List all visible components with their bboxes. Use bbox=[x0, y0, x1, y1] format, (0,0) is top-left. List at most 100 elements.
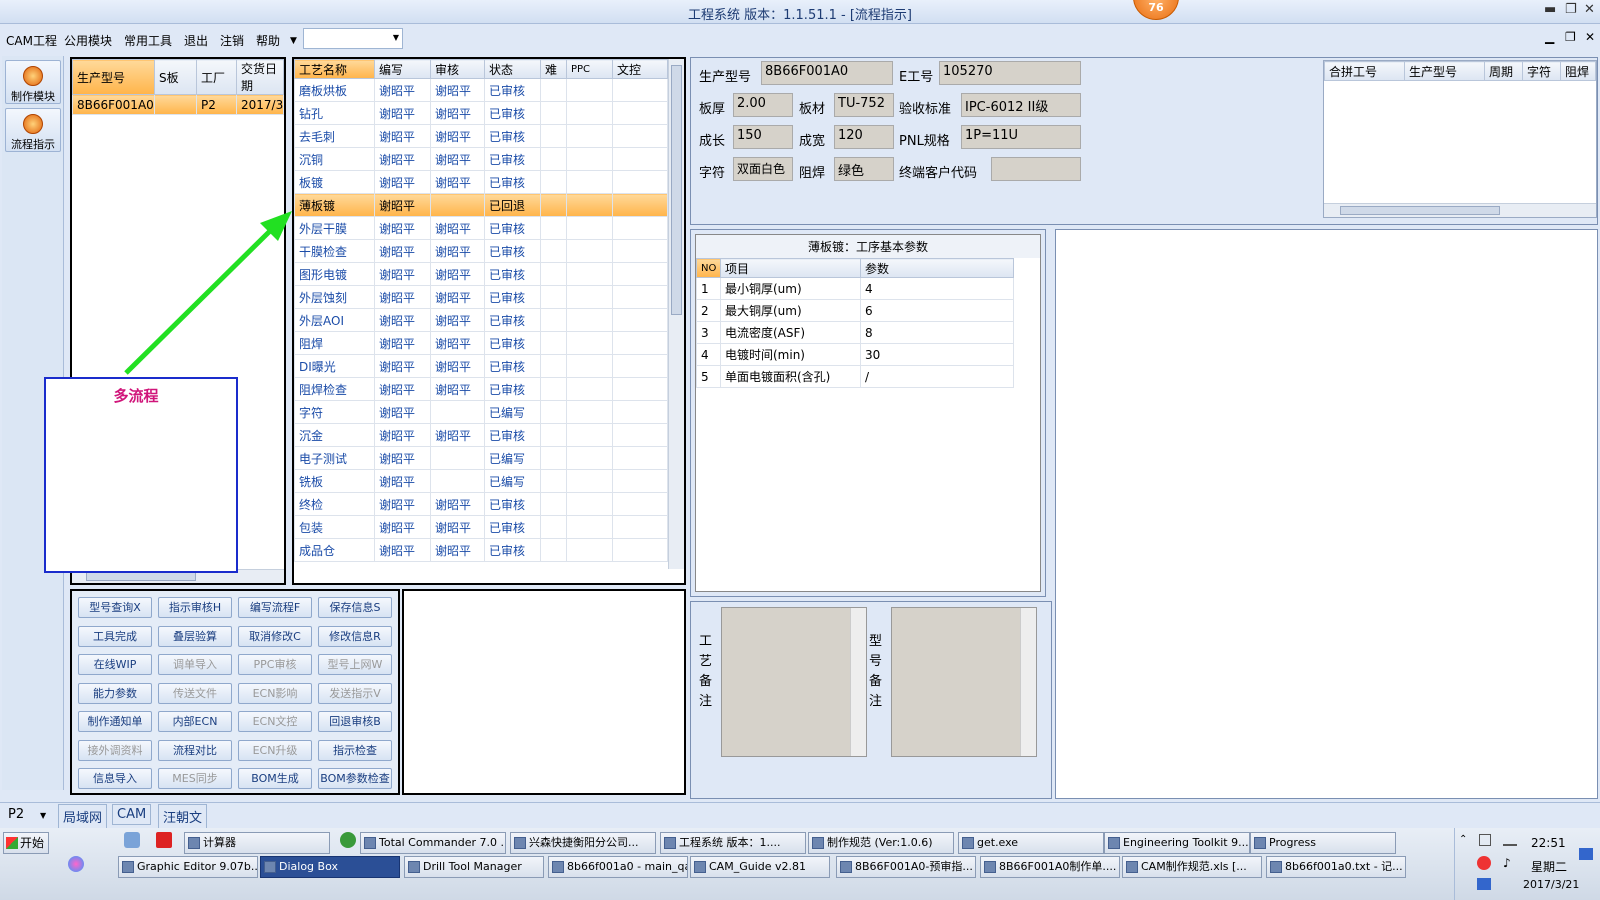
col-combine-eno[interactable]: 合拼工号 bbox=[1324, 61, 1405, 81]
table-row[interactable]: 外层干膜 谢昭平 谢昭平 已审核 bbox=[294, 216, 668, 240]
taskbar-item[interactable]: Drill Tool Manager bbox=[404, 856, 544, 878]
menu-public[interactable]: 公用模块 bbox=[64, 32, 112, 49]
function-button[interactable]: 工具完成 bbox=[78, 625, 152, 647]
show-desktop-icon[interactable] bbox=[1579, 848, 1593, 860]
function-button[interactable]: 编写流程F bbox=[238, 597, 312, 618]
table-row[interactable]: 3 电流密度(ASF) 8 bbox=[696, 321, 1014, 344]
taskbar-item[interactable]: 8b66f001a0 - main_qa bbox=[548, 856, 688, 878]
scroll-thumb[interactable] bbox=[1340, 206, 1500, 215]
cust-field[interactable] bbox=[991, 157, 1081, 181]
table-row[interactable]: DI曝光 谢昭平 谢昭平 已审核 bbox=[294, 354, 668, 378]
function-button[interactable]: 调单导入 bbox=[158, 654, 232, 675]
table-row[interactable]: 沉金 谢昭平 谢昭平 已审核 bbox=[294, 423, 668, 447]
function-button[interactable]: 制作通知单 bbox=[78, 711, 152, 732]
taskbar-item[interactable]: CAM制作规范.xls [... bbox=[1122, 856, 1262, 878]
vertical-scrollbar[interactable] bbox=[1020, 608, 1036, 756]
col-combine-mask[interactable]: 阻焊 bbox=[1560, 61, 1596, 81]
table-row[interactable]: 阻焊 谢昭平 谢昭平 已审核 bbox=[294, 331, 668, 355]
col-reviewer[interactable]: 审核 bbox=[430, 59, 485, 79]
thickness-field[interactable]: 2.00 bbox=[733, 93, 793, 117]
col-no[interactable]: NO bbox=[696, 258, 721, 278]
chevron-up-icon[interactable]: ⌃ bbox=[1459, 834, 1467, 845]
pnl-field[interactable]: 1P=11U bbox=[961, 125, 1081, 149]
chevron-down-icon[interactable]: ▼ bbox=[290, 36, 297, 46]
taskbar-item[interactable]: 兴森快捷衡阳分公司... bbox=[510, 832, 656, 854]
function-button[interactable]: 流程对比 bbox=[158, 739, 232, 761]
maximize-icon[interactable]: ❐ bbox=[1565, 2, 1577, 17]
material-field[interactable]: TU-752 bbox=[834, 93, 894, 117]
table-row[interactable]: 8B66F001A0 P2 2017/3/3 bbox=[72, 94, 284, 115]
function-button[interactable]: PPC审核 bbox=[238, 654, 312, 675]
width-field[interactable]: 120 bbox=[834, 125, 894, 149]
volume-icon[interactable]: ♪ bbox=[1503, 856, 1511, 870]
function-button[interactable]: 修改信息R bbox=[318, 625, 392, 647]
function-button[interactable]: MES同步 bbox=[158, 768, 232, 789]
menu-exit[interactable]: 退出 bbox=[184, 32, 208, 49]
quicklaunch-icon[interactable] bbox=[124, 832, 140, 848]
prod-model-field[interactable]: 8B66F001A0 bbox=[761, 61, 893, 85]
minimize-icon[interactable]: ▬ bbox=[1544, 2, 1556, 17]
menu-combo[interactable]: ▼ bbox=[303, 28, 403, 49]
function-button[interactable]: BOM参数检查 bbox=[318, 768, 392, 789]
table-row[interactable]: 沉铜 谢昭平 谢昭平 已审核 bbox=[294, 147, 668, 171]
table-row[interactable]: 5 单面电镀面积(含孔) / bbox=[696, 365, 1014, 388]
function-button[interactable]: BOM生成 bbox=[238, 768, 312, 789]
table-row[interactable]: 钻孔 谢昭平 谢昭平 已审核 bbox=[294, 101, 668, 125]
col-delivery[interactable]: 交货日期 bbox=[236, 59, 284, 95]
vertical-scrollbar[interactable] bbox=[668, 59, 684, 569]
nav-process-guide[interactable]: 流程指示 bbox=[5, 108, 61, 152]
factory-select[interactable]: P2 bbox=[8, 807, 24, 822]
function-button[interactable]: 指示检查 bbox=[318, 739, 392, 761]
function-button[interactable]: 叠层验算 bbox=[158, 625, 232, 647]
process-notes-textarea[interactable] bbox=[721, 607, 867, 757]
standard-field[interactable]: IPC-6012 II级 bbox=[961, 93, 1081, 117]
function-button[interactable]: 指示审核H bbox=[158, 597, 232, 618]
horizontal-scrollbar[interactable] bbox=[1324, 203, 1596, 217]
col-status[interactable]: 状态 bbox=[484, 59, 541, 79]
tray-app-icon[interactable] bbox=[1477, 856, 1491, 870]
taskbar-item[interactable]: 8B66F001A0制作单.... bbox=[980, 856, 1120, 878]
length-field[interactable]: 150 bbox=[733, 125, 793, 149]
table-row[interactable]: 去毛刺 谢昭平 谢昭平 已审核 bbox=[294, 124, 668, 148]
table-row[interactable]: 图形电镀 谢昭平 谢昭平 已审核 bbox=[294, 262, 668, 286]
col-doc-control[interactable]: 文控 bbox=[612, 59, 668, 79]
col-combine-char[interactable]: 字符 bbox=[1522, 61, 1561, 81]
col-prod-model[interactable]: 生产型号 bbox=[72, 59, 155, 95]
function-button[interactable]: 在线WIP bbox=[78, 654, 152, 675]
taskbar-item[interactable]: Engineering Toolkit 9.... bbox=[1104, 832, 1250, 854]
taskbar-item[interactable]: 8B66F001A0-预审指... bbox=[836, 856, 976, 878]
chevron-down-icon[interactable]: ▼ bbox=[40, 811, 46, 820]
table-row[interactable]: 成品仓 谢昭平 谢昭平 已审核 bbox=[294, 538, 668, 562]
table-row[interactable]: 外层AOI 谢昭平 谢昭平 已审核 bbox=[294, 308, 668, 332]
taskbar-item[interactable]: Dialog Box bbox=[260, 856, 400, 878]
function-button[interactable]: 接外调资料 bbox=[78, 739, 152, 761]
function-button[interactable]: 回退审核B bbox=[318, 711, 392, 732]
tray-app2-icon[interactable] bbox=[1477, 878, 1491, 890]
function-button[interactable]: 保存信息S bbox=[318, 597, 392, 618]
function-button[interactable]: 内部ECN bbox=[158, 711, 232, 732]
eno-field[interactable]: 105270 bbox=[939, 61, 1081, 85]
close-icon[interactable]: ✕ bbox=[1584, 2, 1595, 17]
mask-field[interactable]: 绿色 bbox=[834, 157, 894, 181]
table-row[interactable]: 电子测试 谢昭平 已编写 bbox=[294, 446, 668, 470]
menu-tools[interactable]: 常用工具 bbox=[124, 32, 172, 49]
taskbar-item[interactable]: Graphic Editor 9.07b... bbox=[118, 856, 258, 878]
col-item[interactable]: 项目 bbox=[720, 258, 861, 278]
col-s-board[interactable]: S板 bbox=[154, 59, 197, 95]
nav-make-module[interactable]: 制作模块 bbox=[5, 60, 61, 104]
taskbar-item[interactable]: get.exe bbox=[958, 832, 1104, 854]
table-row[interactable]: 2 最大铜厚(um) 6 bbox=[696, 299, 1014, 322]
table-row[interactable]: 阻焊检查 谢昭平 谢昭平 已审核 bbox=[294, 377, 668, 401]
table-row[interactable]: 板镀 谢昭平 谢昭平 已审核 bbox=[294, 170, 668, 194]
signal-icon[interactable] bbox=[1503, 834, 1517, 846]
app-icon[interactable] bbox=[68, 856, 84, 872]
function-button[interactable]: ECN升级 bbox=[238, 739, 312, 761]
menu-help[interactable]: 帮助 bbox=[256, 32, 280, 49]
function-button[interactable]: 型号查询X bbox=[78, 597, 152, 618]
taskbar-item[interactable]: Progress bbox=[1250, 832, 1396, 854]
vertical-scrollbar[interactable] bbox=[850, 608, 866, 756]
function-button[interactable]: 传送文件 bbox=[158, 682, 232, 704]
col-combine-model[interactable]: 生产型号 bbox=[1404, 61, 1485, 81]
function-button[interactable]: 取消修改C bbox=[238, 625, 312, 647]
taskbar-item[interactable]: 制作规范 (Ver:1.0.6) bbox=[808, 832, 954, 854]
